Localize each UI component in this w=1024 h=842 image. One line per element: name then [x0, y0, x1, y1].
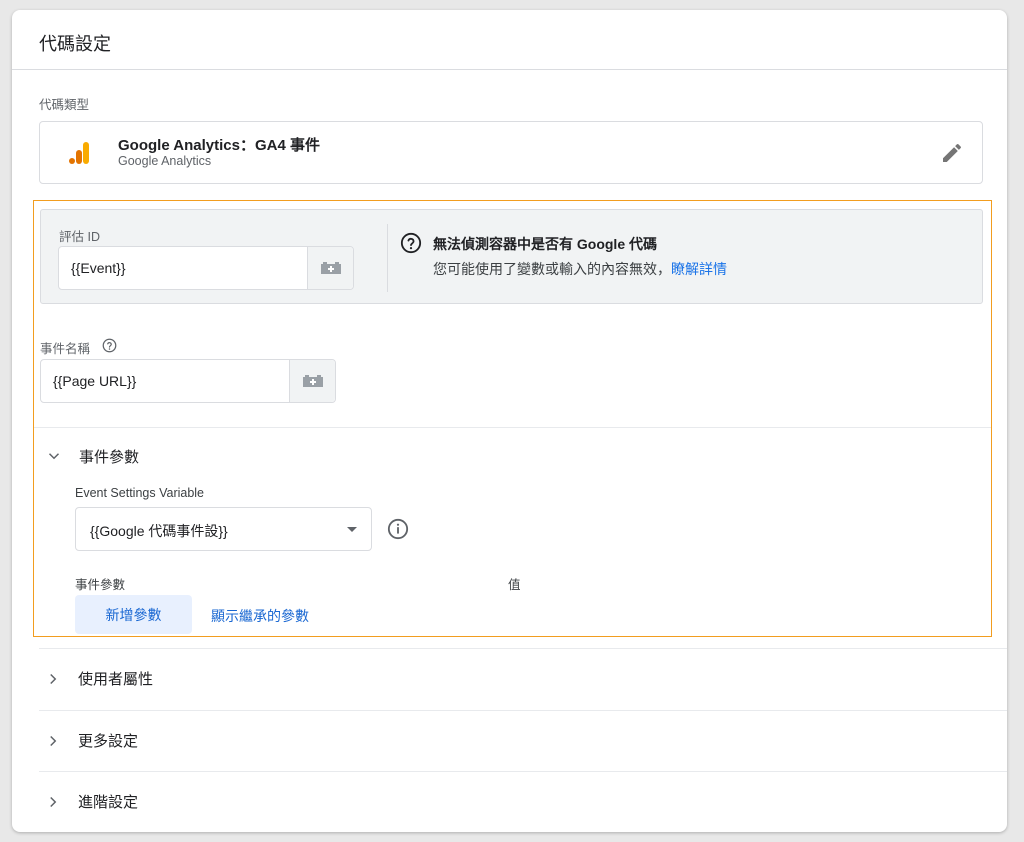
settings-variable-label: Event Settings Variable	[75, 486, 205, 500]
event-params-section-title[interactable]: 事件參數	[79, 446, 139, 467]
tag-type-title: Google Analytics：GA4 事件	[118, 137, 320, 154]
measurement-id-label: 評估 ID	[59, 230, 100, 244]
show-inherited-params-link[interactable]: 顯示繼承的參數	[211, 606, 309, 626]
tag-type-label: 代碼類型	[39, 98, 90, 112]
add-parameter-button[interactable]: 新增參數	[75, 595, 192, 634]
highlighted-config-region: 評估 ID {{Event}} 無法偵測容器中是否有 Google 代碼 您可能…	[33, 200, 992, 637]
chevron-right-icon	[50, 673, 57, 685]
warning-text: 您可能使用了變數或輸入的內容無效，	[433, 261, 671, 277]
measurement-id-input[interactable]: {{Event}}	[59, 247, 307, 289]
section-label: 進階設定	[78, 794, 139, 811]
settings-variable-select[interactable]: {{Google 代碼事件設}}	[75, 507, 372, 551]
variable-picker-button[interactable]	[307, 247, 353, 289]
warning-message: 您可能使用了變數或輸入的內容無效，瞭解詳情	[433, 259, 727, 279]
event-name-label: 事件名稱	[40, 342, 91, 356]
learn-more-link[interactable]: 瞭解詳情	[671, 261, 727, 277]
tag-type-box[interactable]: Google Analytics：GA4 事件 Google Analytics	[39, 121, 983, 184]
dropdown-caret-icon	[347, 527, 357, 532]
measurement-id-input-group: {{Event}}	[58, 246, 354, 290]
pencil-icon[interactable]	[940, 141, 964, 165]
tag-configuration-card: 代碼設定 代碼類型 Google Analytics：GA4 事件 Google…	[12, 10, 1007, 832]
section-label: 使用者屬性	[78, 671, 154, 688]
section-advanced-settings[interactable]: 進階設定	[39, 771, 1007, 832]
variable-block-icon	[320, 262, 341, 274]
settings-variable-value: {{Google 代碼事件設}}	[90, 523, 228, 539]
section-divider	[34, 427, 991, 428]
event-name-input[interactable]: {{Page URL}}	[41, 360, 289, 402]
variable-picker-button[interactable]	[289, 360, 335, 402]
tag-type-subtitle: Google Analytics	[118, 154, 212, 168]
google-analytics-icon	[69, 142, 89, 164]
info-icon[interactable]	[387, 518, 409, 540]
panel-divider	[387, 224, 388, 292]
chevron-right-icon	[50, 735, 57, 747]
chevron-right-icon	[50, 796, 57, 808]
param-column-header: 事件參數	[75, 578, 126, 592]
event-name-input-group: {{Page URL}}	[40, 359, 336, 403]
help-circle-icon	[400, 232, 422, 254]
warning-title: 無法偵測容器中是否有 Google 代碼	[433, 236, 657, 252]
help-circle-icon[interactable]	[102, 338, 117, 353]
section-label: 更多設定	[78, 733, 139, 750]
section-more-settings[interactable]: 更多設定	[39, 710, 1007, 771]
card-title: 代碼設定	[12, 10, 1007, 70]
section-user-properties[interactable]: 使用者屬性	[39, 648, 1007, 709]
measurement-id-panel: 評估 ID {{Event}} 無法偵測容器中是否有 Google 代碼 您可能…	[40, 209, 983, 304]
chevron-down-icon[interactable]	[45, 447, 63, 465]
value-column-header: 值	[508, 578, 521, 592]
variable-block-icon	[302, 375, 323, 387]
